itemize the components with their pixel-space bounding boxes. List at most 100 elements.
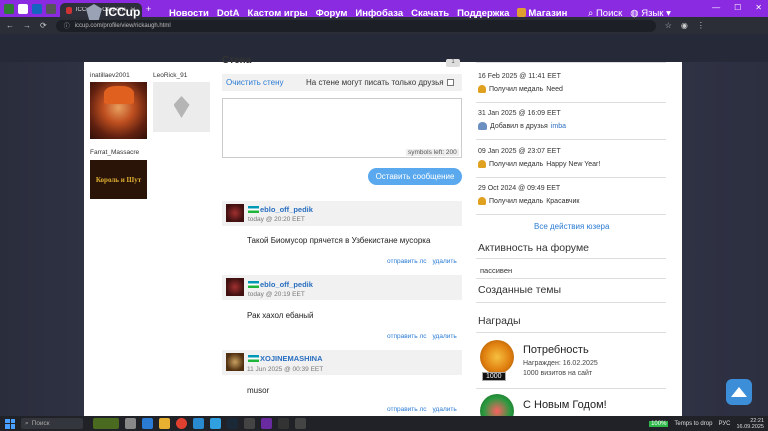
divider <box>476 388 666 389</box>
award-name: Потребность <box>523 344 589 356</box>
menu-item-download[interactable]: Скачать <box>411 8 449 19</box>
browser-active-icon[interactable] <box>261 418 272 429</box>
battery-indicator[interactable]: 100% <box>649 421 669 427</box>
tab-app-icon[interactable] <box>4 3 14 14</box>
comment-author[interactable]: eblo_off_pedik <box>260 205 313 214</box>
scroll-to-top-button[interactable] <box>726 379 752 405</box>
reload-icon[interactable]: ⟳ <box>40 21 47 30</box>
send-pm-link[interactable]: отправить лс <box>387 333 427 340</box>
menu-item-shop[interactable]: Магазин <box>517 8 567 19</box>
menu-item-shop-label: Магазин <box>528 8 568 19</box>
menu-item-custom[interactable]: Кастом игры <box>248 8 308 19</box>
award-need-icon[interactable] <box>480 340 514 374</box>
feed-action: Получил медаль <box>489 85 544 93</box>
menu-item-forum[interactable]: Форум <box>316 8 348 19</box>
friend-name[interactable]: LeoRick_91 <box>153 72 187 79</box>
forward-icon[interactable]: → <box>23 21 31 30</box>
all-actions-link[interactable]: Все действия юзера <box>534 222 609 231</box>
search-link[interactable]: ⌕ Поиск <box>588 8 622 19</box>
menu-item-infobase[interactable]: Инфобаза <box>355 8 403 19</box>
send-pm-link[interactable]: отправить лс <box>387 258 427 265</box>
minimize-icon[interactable]: — <box>712 3 720 12</box>
post-message-button[interactable]: Оставить сообщение <box>368 168 462 185</box>
awards-title: Награды <box>478 315 521 327</box>
comment-time: today @ 20:20 EET <box>248 216 305 223</box>
tab-app-icon[interactable] <box>46 3 56 14</box>
friend-avatar[interactable]: Король и Шут <box>90 160 147 199</box>
app-icon[interactable] <box>295 418 306 429</box>
media-title[interactable]: Temps to drop <box>674 421 712 427</box>
friend-name[interactable]: inatillaev2001 <box>90 72 130 79</box>
feed-target[interactable]: imba <box>551 123 566 130</box>
start-button[interactable] <box>5 418 15 429</box>
menu-item-news[interactable]: Новости <box>169 8 209 19</box>
feed-target[interactable]: Красавчик <box>546 198 579 205</box>
menu-item-support[interactable]: Поддержка <box>457 8 509 19</box>
game-app-icon[interactable] <box>93 418 119 429</box>
language-dropdown[interactable]: ◍ Язык ▾ <box>630 8 671 19</box>
award-date: Награжден: 16.02.2025 <box>523 360 598 367</box>
menu-item-dota[interactable]: DotA <box>217 8 240 19</box>
feed-date: 16 Feb 2025 @ 11:41 EET <box>478 73 561 80</box>
bookmark-icon[interactable]: ☆ <box>665 21 672 30</box>
feed-action: Добавил в друзья <box>490 122 548 130</box>
language-indicator[interactable]: РУС <box>718 421 730 427</box>
close-window-icon[interactable]: ✕ <box>755 3 762 12</box>
clock[interactable]: 22:21 16.09.2025 <box>736 418 764 430</box>
delete-link[interactable]: удалить <box>433 333 457 340</box>
new-tab-button[interactable]: + <box>146 4 151 14</box>
comment-author[interactable]: eblo_off_pedik <box>260 280 313 289</box>
tab-app-icon[interactable] <box>32 3 42 14</box>
comment-avatar[interactable] <box>226 204 244 222</box>
divider <box>476 62 666 63</box>
award-name: С Новым Годом! <box>523 399 607 411</box>
delete-link[interactable]: удалить <box>433 406 457 413</box>
profile-icon[interactable]: ◉ <box>681 21 688 30</box>
back-icon[interactable]: ← <box>6 21 14 30</box>
feed-date: 31 Jan 2025 @ 16:09 EET <box>478 110 561 117</box>
search-icon: ⌕ <box>25 419 29 427</box>
site-info-icon[interactable]: ⓘ <box>64 21 70 30</box>
task-view-icon[interactable] <box>125 418 136 429</box>
taskbar-search[interactable]: ⌕ Поиск <box>21 418 83 429</box>
site-logo[interactable]: ICCup <box>86 4 140 20</box>
forum-activity-title: Активность на форуме <box>478 242 589 254</box>
avatar-logo-text: Король и Шут <box>95 175 142 184</box>
arrow-up-icon <box>731 387 747 397</box>
app-icon[interactable] <box>278 418 289 429</box>
search-icon: ⌕ <box>588 8 594 19</box>
medal-icon <box>478 85 486 93</box>
menu-dots-icon[interactable]: ⋮ <box>697 21 705 30</box>
comment-avatar[interactable] <box>226 278 244 296</box>
url-text: iccup.com/profile/view/rickaugh.html <box>74 22 171 29</box>
friend-icon <box>478 122 487 130</box>
url-field[interactable]: ⓘ iccup.com/profile/view/rickaugh.html <box>55 19 656 32</box>
friend-name[interactable]: Farrat_Massacre <box>90 149 139 156</box>
delete-link[interactable]: удалить <box>433 258 457 265</box>
feed-item: Добавил в друзья imba <box>478 122 566 130</box>
explorer-icon[interactable] <box>159 418 170 429</box>
feed-target[interactable]: Need <box>546 86 563 93</box>
tab-app-icon[interactable] <box>18 3 28 14</box>
feed-item: Получил медаль Красавчик <box>478 197 579 205</box>
steam-icon[interactable] <box>227 418 238 429</box>
send-pm-link[interactable]: отправить лс <box>387 406 427 413</box>
award-count-badge: 1000 <box>482 372 506 381</box>
flag-icon <box>248 206 259 213</box>
shop-icon <box>517 8 527 17</box>
vscode-icon[interactable] <box>142 418 153 429</box>
comment-avatar[interactable] <box>226 353 244 371</box>
edge-icon[interactable] <box>193 418 204 429</box>
maximize-icon[interactable]: ☐ <box>734 3 741 12</box>
clear-wall-link[interactable]: Очистить стену <box>226 78 284 87</box>
comment-author[interactable]: XOJINEMASHINA <box>260 354 323 363</box>
chrome-icon[interactable] <box>176 418 187 429</box>
telegram-icon[interactable] <box>210 418 221 429</box>
feed-target[interactable]: Happy New Year! <box>546 161 600 168</box>
friend-avatar[interactable] <box>153 82 210 132</box>
friend-avatar[interactable] <box>90 82 147 139</box>
app-icon[interactable] <box>244 418 255 429</box>
comment-time: today @ 20:19 EET <box>248 291 305 298</box>
comment-text: Рак хахол ебаный <box>247 311 314 320</box>
friends-only-checkbox[interactable] <box>446 79 454 86</box>
